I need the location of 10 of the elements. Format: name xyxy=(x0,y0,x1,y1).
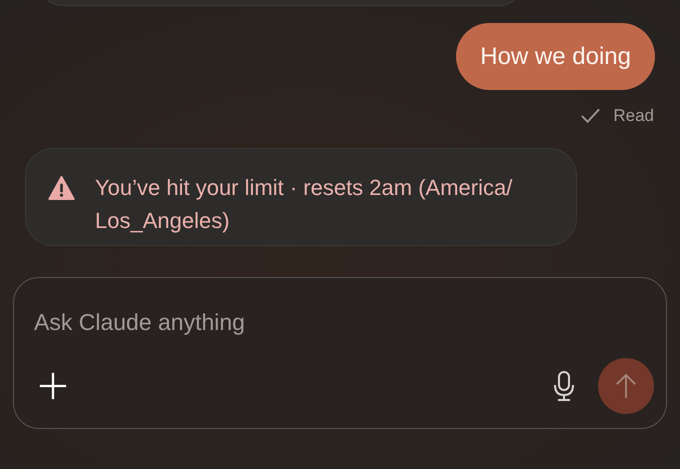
message-input[interactable]: Ask Claude anything xyxy=(34,300,654,344)
arrow-up-icon xyxy=(615,371,637,401)
read-receipt: Read xyxy=(613,106,654,126)
microphone-icon xyxy=(552,370,576,402)
composer-box[interactable]: Ask Claude anything xyxy=(13,277,667,429)
checkmark-icon xyxy=(580,107,602,125)
limit-message: You’ve hit your limit · resets 2am (America/ Los_Angeles) xyxy=(95,174,514,235)
message-bubble: How we doing xyxy=(456,23,655,90)
warning-icon xyxy=(48,176,75,200)
plus-icon xyxy=(38,371,68,401)
